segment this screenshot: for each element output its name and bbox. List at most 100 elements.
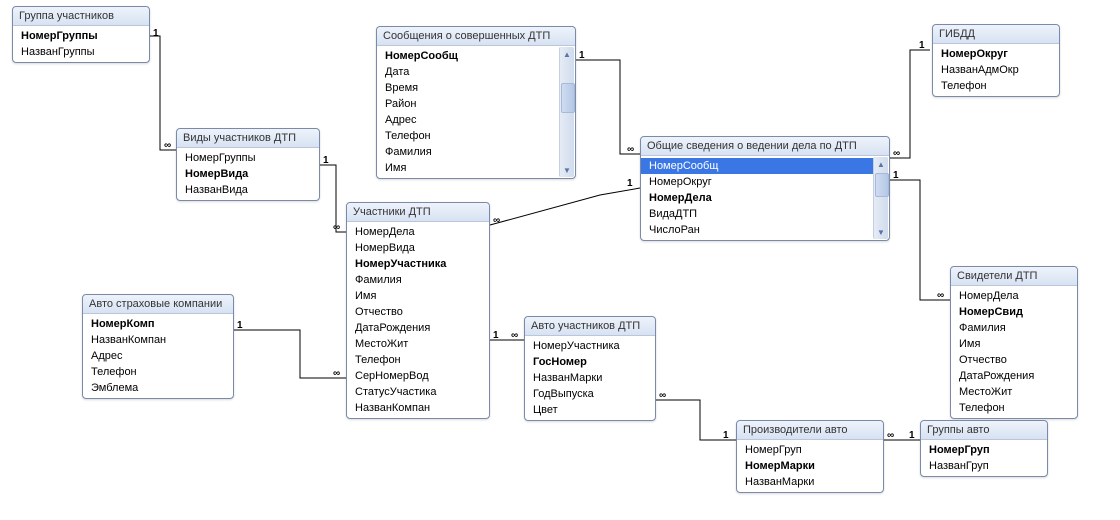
entity-title[interactable]: Группа участников [13,7,149,26]
entity-title[interactable]: Свидетели ДТП [951,267,1077,286]
field[interactable]: НазванВида [177,182,319,198]
field[interactable]: НомерДела [347,224,489,240]
field[interactable]: МестоЖит [347,336,489,352]
cardinality-label: 1 [892,170,900,181]
scroll-thumb[interactable] [875,173,889,197]
field[interactable]: Телефон [347,352,489,368]
entity-title[interactable]: Общие сведения о ведении дела по ДТП [641,137,889,156]
field[interactable]: НомерГруп [737,442,883,458]
field[interactable]: Эмблема [83,380,233,396]
field[interactable]: НомерВида [177,166,319,182]
field[interactable]: НомерОкруг [933,46,1059,62]
field[interactable]: НазванГруппы [13,44,149,60]
cardinality-label: 1 [152,28,160,39]
entity-title[interactable]: Участники ДТП [347,203,489,222]
entity-title[interactable]: Виды участников ДТП [177,129,319,148]
entity-title[interactable]: Авто страховые компании [83,295,233,314]
field[interactable]: НомерГруппы [177,150,319,166]
field[interactable]: Телефон [377,128,559,144]
field[interactable]: Отчество [347,304,489,320]
field[interactable]: Район [377,96,559,112]
entity-obshchie-svedeniya[interactable]: Общие сведения о ведении дела по ДТП Ном… [640,136,890,241]
cardinality-label: 1 [918,40,926,51]
field[interactable]: СтатусУчастика [347,384,489,400]
field[interactable]: ДатаРождения [347,320,489,336]
entity-title[interactable]: Производители авто [737,421,883,440]
field[interactable]: НазванГруп [921,458,1047,474]
field[interactable]: Телефон [83,364,233,380]
scroll-up-icon[interactable]: ▲ [874,157,888,171]
field[interactable]: Имя [951,336,1077,352]
field[interactable]: НазванКомпан [347,400,489,416]
entity-gruppy-avto[interactable]: Группы авто НомерГруп НазванГруп [920,420,1048,477]
field[interactable]: Адрес [377,112,559,128]
field[interactable]: ДатаРождения [951,368,1077,384]
entity-soobshcheniya[interactable]: Сообщения о совершенных ДТП НомерСообщ Д… [376,26,576,179]
field[interactable]: НомерУчастника [347,256,489,272]
field[interactable]: Цвет [525,402,655,418]
scroll-down-icon[interactable]: ▼ [560,163,574,177]
field[interactable]: НомерВида [347,240,489,256]
field[interactable]: ВидаДТП [641,206,873,222]
field[interactable]: Время [377,80,559,96]
field[interactable]: ГодВыпуска [525,386,655,402]
field[interactable]: НомерДела [951,288,1077,304]
field[interactable]: НомерКомп [83,316,233,332]
field[interactable]: Телефон [951,400,1077,416]
scroll-down-icon[interactable]: ▼ [874,225,888,239]
field[interactable]: НомерГруп [921,442,1047,458]
field[interactable]: НомерСвид [951,304,1077,320]
field[interactable]: НомерГруппы [13,28,149,44]
field[interactable]: НазванМарки [525,370,655,386]
entity-avto-uchastnikov[interactable]: Авто участников ДТП НомерУчастника ГосНо… [524,316,656,421]
cardinality-label: ∞ [492,215,501,226]
cardinality-label: 1 [908,430,916,441]
field[interactable]: Фамилия [347,272,489,288]
field[interactable]: СерНомерВод [347,368,489,384]
cardinality-label: ∞ [163,140,172,151]
field[interactable]: Фамилия [377,144,559,160]
entity-title[interactable]: Сообщения о совершенных ДТП [377,27,575,46]
field[interactable]: НазванАдмОкр [933,62,1059,78]
field[interactable]: НомерСообщ [641,158,873,174]
entity-svideteli[interactable]: Свидетели ДТП НомерДела НомерСвид Фамили… [950,266,1078,419]
field[interactable]: Фамилия [951,320,1077,336]
cardinality-label: ∞ [658,390,667,401]
field[interactable]: НомерДела [641,190,873,206]
diagram-canvas[interactable]: 1 ∞ 1 ∞ 1 ∞ 1 ∞ ∞ 1 1 ∞ ∞ 1 ∞ 1 ∞ 1 1 ∞ … [0,0,1120,520]
entity-proizvoditeli-avto[interactable]: Производители авто НомерГруп НомерМарки … [736,420,884,493]
cardinality-label: ∞ [626,144,635,155]
field[interactable]: ЧислоРан [641,222,873,238]
field[interactable]: Адрес [83,348,233,364]
cardinality-label: ∞ [332,222,341,233]
scroll-up-icon[interactable]: ▲ [560,47,574,61]
field[interactable]: НазванКомпан [83,332,233,348]
entity-uchastniki-dtp[interactable]: Участники ДТП НомерДела НомерВида НомерУ… [346,202,490,419]
scroll-thumb[interactable] [561,83,575,113]
cardinality-label: ∞ [936,290,945,301]
field[interactable]: ГосНомер [525,354,655,370]
entity-title[interactable]: ГИБДД [933,25,1059,44]
field[interactable]: НомерСообщ [377,48,559,64]
field[interactable]: Имя [377,160,559,176]
entity-title[interactable]: Авто участников ДТП [525,317,655,336]
field[interactable]: НомерОкруг [641,174,873,190]
field[interactable]: НазванМарки [737,474,883,490]
cardinality-label: 1 [492,330,500,341]
scrollbar[interactable]: ▲ ▼ [559,47,574,177]
entity-gibdd[interactable]: ГИБДД НомерОкруг НазванАдмОкр Телефон [932,24,1060,97]
scrollbar[interactable]: ▲ ▼ [873,157,888,239]
entity-title[interactable]: Группы авто [921,421,1047,440]
field[interactable]: Дата [377,64,559,80]
entity-gruppa-uchastnikov[interactable]: Группа участников НомерГруппы НазванГруп… [12,6,150,63]
field[interactable]: Телефон [933,78,1059,94]
field[interactable]: МестоЖит [951,384,1077,400]
field[interactable]: Отчество [951,352,1077,368]
entity-avto-strakhovye[interactable]: Авто страховые компании НомерКомп Назван… [82,294,234,399]
field[interactable]: Имя [347,288,489,304]
field[interactable]: НомерУчастника [525,338,655,354]
cardinality-label: 1 [236,320,244,331]
entity-vidy-uchastnikov[interactable]: Виды участников ДТП НомерГруппы НомерВид… [176,128,320,201]
cardinality-label: ∞ [886,430,895,441]
field[interactable]: НомерМарки [737,458,883,474]
